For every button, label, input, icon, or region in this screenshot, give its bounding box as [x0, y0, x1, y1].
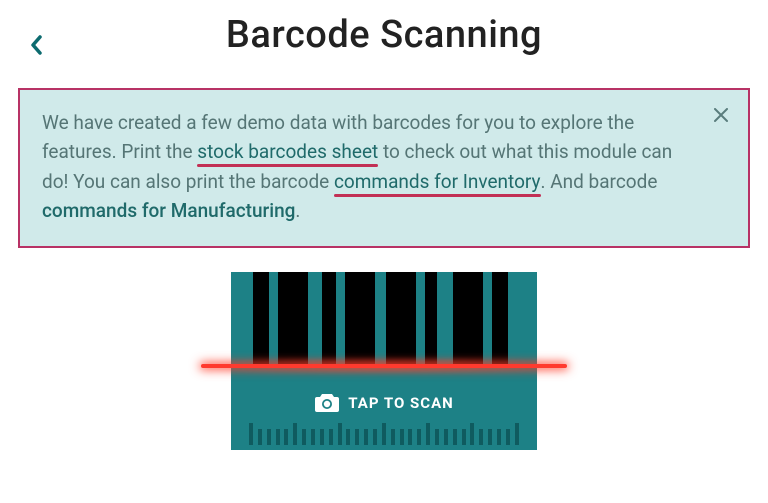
tap-to-scan-label: TAP TO SCAN [348, 394, 453, 412]
link-commands-manufacturing[interactable]: commands for Manufacturing [42, 199, 295, 222]
tap-row: TAP TO SCAN [231, 392, 537, 414]
info-box: We have created a few demo data with bar… [18, 88, 750, 248]
page-title: Barcode Scanning [226, 13, 542, 57]
tap-to-scan-button[interactable]: TAP TO SCAN [231, 272, 537, 450]
link-stock-barcodes-sheet[interactable]: stock barcodes sheet [197, 140, 378, 163]
header: Barcode Scanning [0, 0, 768, 70]
screen: Barcode Scanning We have created a few d… [0, 0, 768, 503]
info-close-button[interactable] [708, 102, 734, 128]
info-text: We have created a few demo data with bar… [42, 108, 688, 226]
barcode-ticks [231, 423, 537, 445]
chevron-left-icon [29, 35, 45, 55]
back-button[interactable] [22, 30, 52, 60]
barcode-graphic [231, 272, 537, 368]
camera-icon [314, 392, 340, 414]
close-icon [714, 108, 728, 122]
link-commands-inventory[interactable]: commands for Inventory [334, 170, 541, 193]
info-text-part: . And barcode [541, 170, 658, 193]
info-text-part: . [295, 199, 300, 222]
scanner-area: TAP TO SCAN [0, 272, 768, 450]
